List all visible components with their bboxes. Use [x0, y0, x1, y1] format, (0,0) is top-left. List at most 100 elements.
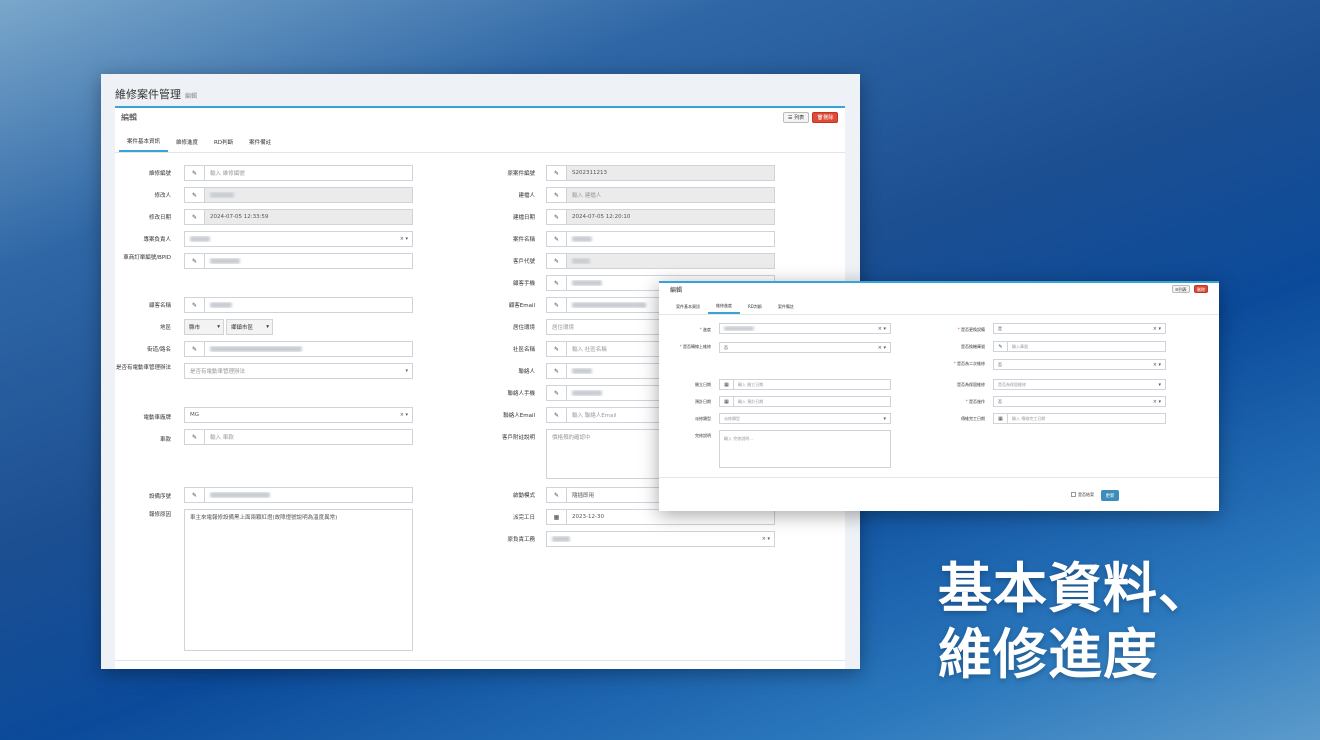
ev-brand-select[interactable]: MG × ▾: [184, 407, 413, 423]
label-completion-note: 完修說明: [695, 433, 711, 438]
repair-no-input[interactable]: ✎ 輸入 維修編號: [184, 165, 413, 181]
label-repair-type: 派修類型: [695, 416, 711, 421]
clear-chevron-icon[interactable]: × ▾: [400, 236, 412, 242]
repair-reason-textarea[interactable]: 車主來電報修設備黑上面兩顆紅燈(故障燈號說明為溫度異常): [184, 509, 413, 651]
label-order-bpid: 車商訂單編號/BPID: [123, 255, 171, 261]
swap-stock-input[interactable]: ✎ 輸入庫號: [993, 341, 1166, 352]
delete-button[interactable]: 🗑刪除: [812, 112, 839, 123]
clear-chevron-icon[interactable]: × ▾: [400, 412, 412, 418]
clear-chevron-icon[interactable]: × ▾: [762, 536, 774, 542]
close-case-label: 是否結案: [1078, 492, 1094, 497]
label-ev-policy: 是否有電動車管理辦法: [115, 365, 171, 371]
footer-divider: [115, 660, 845, 661]
overlay-tab-bar: 案件基本資訊 維修進度 RD判斷 案件備註: [668, 300, 802, 314]
pencil-icon: ✎: [547, 254, 567, 268]
label-swap-stock: 是否換機庫號: [961, 344, 985, 349]
repair-type-select[interactable]: 派修類型 ▾: [719, 413, 891, 424]
orig-engineer-select[interactable]: × ▾: [546, 531, 775, 547]
street-input[interactable]: ✎: [184, 341, 413, 357]
pencil-icon: ✎: [547, 408, 567, 422]
list-button[interactable]: ☰ 列表: [783, 112, 810, 123]
label-replace-device: * 是否更換設備: [957, 327, 985, 332]
label-region: 地區: [159, 325, 171, 331]
tab-basic-info[interactable]: 案件基本資訊: [119, 132, 169, 152]
page-header: 維修案件管理 編輯: [101, 74, 860, 106]
tab-basic-info[interactable]: 案件基本資訊: [668, 300, 708, 314]
chevron-down-icon: ▾: [405, 368, 408, 374]
label-orig-case-no: 原案件編號: [507, 171, 535, 177]
creator-field: ✎ 輸入 建檔人: [546, 187, 775, 203]
label-repair-no: 維修編號: [148, 171, 171, 177]
repair-progress-window: 編輯 ☰列表 刪除 案件基本資訊 維修進度 RD判斷 案件備註 * 進度 × ▾…: [659, 281, 1219, 511]
overlay-delete-button[interactable]: 刪除: [1194, 285, 1208, 293]
pencil-icon: ✎: [185, 298, 205, 312]
label-perform-work: * 是否施作: [965, 399, 985, 404]
expected-date-input[interactable]: ▦ 輸入 預計日期: [719, 396, 891, 407]
label-repair-reason: 報修原因: [148, 512, 171, 518]
caption-line-2: 維修進度: [938, 623, 1158, 686]
pencil-icon: ✎: [547, 232, 567, 246]
label-open-date: 開立日期: [695, 382, 711, 387]
label-community: 社區名稱: [512, 347, 535, 353]
caption-line-1: 基本資料、: [938, 557, 1213, 620]
overlay-list-button[interactable]: ☰列表: [1172, 285, 1190, 293]
dispatch-date-input[interactable]: ▦ 2023-12-30: [546, 509, 775, 525]
completion-date-input[interactable]: ▦ 輸入 傳維完工日期: [993, 413, 1166, 424]
tab-rd-judgement[interactable]: RD判斷: [206, 132, 241, 152]
pencil-icon: ✎: [547, 342, 567, 356]
tab-repair-progress[interactable]: 維修進度: [168, 132, 206, 152]
online-repair-select[interactable]: 否 × ▾: [719, 342, 891, 353]
update-button[interactable]: 更新: [1101, 490, 1119, 501]
overlay-tab-divider: [659, 314, 1219, 315]
list-icon: ☰: [788, 115, 793, 121]
pencil-icon: ✎: [185, 254, 205, 268]
calendar-icon: ▦: [547, 510, 567, 524]
pencil-icon: ✎: [994, 342, 1008, 351]
calendar-icon: ▦: [994, 414, 1008, 423]
completion-note-textarea[interactable]: 輸入 完修說明...: [719, 430, 891, 468]
label-customer-note: 客戶附註說明: [501, 435, 535, 441]
orig-case-no-field: ✎ S202311213: [546, 165, 775, 181]
car-model-input[interactable]: ✎ 輸入 車款: [184, 429, 413, 445]
pencil-icon: ✎: [547, 364, 567, 378]
ev-policy-select[interactable]: 是否有電動車管理辦法 ▾: [184, 363, 413, 379]
label-project-owner: 專案負責人: [143, 237, 171, 243]
close-case-checkbox[interactable]: [1071, 492, 1076, 497]
panel-title: 編輯: [121, 113, 137, 122]
label-online-repair: * 是否轉線上維修: [679, 344, 711, 349]
device-serial-input[interactable]: ✎: [184, 487, 413, 503]
pencil-icon: ✎: [547, 276, 567, 290]
progress-select[interactable]: × ▾: [719, 323, 891, 334]
tab-case-notes[interactable]: 案件備註: [770, 300, 802, 314]
tab-case-notes[interactable]: 案件備註: [241, 132, 279, 152]
label-modified-date: 修改日期: [148, 215, 171, 221]
warranty-repair-select[interactable]: 是否為保固維修 ▾: [993, 379, 1166, 390]
tab-divider: [115, 152, 845, 153]
project-owner-select[interactable]: × ▾: [184, 231, 413, 247]
second-repair-select[interactable]: 否 × ▾: [993, 359, 1166, 370]
modifier-field: ✎: [184, 187, 413, 203]
label-completion-date: 傳維完工日期: [961, 416, 985, 421]
label-contact-email: 聯絡人Email: [503, 413, 535, 419]
tab-repair-progress[interactable]: 維修進度: [708, 300, 740, 314]
customer-name-input[interactable]: ✎: [184, 297, 413, 313]
created-date-field: ✎ 2024-07-05 12:20:10: [546, 209, 775, 225]
district-select[interactable]: 鄉鎮市區 ▾: [226, 319, 273, 335]
tab-rd-judgement[interactable]: RD判斷: [740, 300, 770, 314]
pencil-icon: ✎: [185, 188, 205, 202]
label-expected-date: 預計日期: [695, 399, 711, 404]
case-name-input[interactable]: ✎: [546, 231, 775, 247]
label-device-serial: 設備序號: [148, 494, 171, 500]
perform-work-select[interactable]: 否 × ▾: [993, 396, 1166, 407]
chevron-down-icon: ▾: [266, 324, 269, 330]
city-select[interactable]: 縣市 ▾: [184, 319, 224, 335]
label-start-mode: 啟動模式: [512, 493, 535, 499]
open-date-input[interactable]: ▦ 輸入 開立日期: [719, 379, 891, 390]
pencil-icon: ✎: [547, 166, 567, 180]
label-customer-name: 顧客名稱: [148, 303, 171, 309]
order-bpid-input[interactable]: ✎: [184, 253, 413, 269]
label-customer-code: 客戶代號: [512, 259, 535, 265]
label-customer-email: 顧客Email: [508, 303, 535, 309]
label-second-repair: * 是否為二次維修: [953, 361, 985, 366]
replace-device-select[interactable]: 是 × ▾: [993, 323, 1166, 334]
